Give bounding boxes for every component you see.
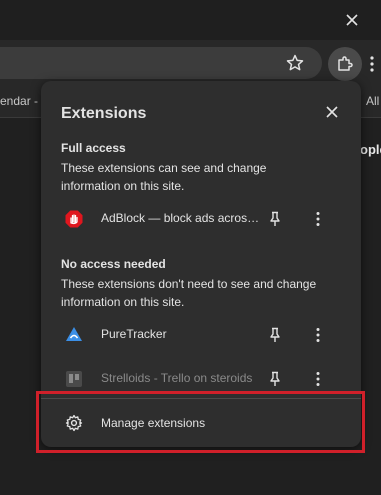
more-vert-icon	[316, 328, 320, 342]
page-text: ople	[360, 142, 381, 157]
more-options-button[interactable]	[309, 370, 327, 388]
more-options-button[interactable]	[309, 210, 327, 228]
address-bar[interactable]	[0, 47, 322, 79]
extension-row-adblock[interactable]: AdBlock — block ads across the web	[41, 201, 361, 237]
extension-name: AdBlock — block ads across the web	[101, 211, 261, 225]
pin-button[interactable]	[266, 370, 284, 388]
pin-button[interactable]	[266, 326, 284, 344]
puretracker-icon	[66, 327, 82, 341]
pin-icon	[270, 371, 280, 386]
more-vert-icon	[316, 372, 320, 386]
no-access-heading: No access needed	[61, 257, 166, 271]
close-icon	[326, 106, 338, 118]
extension-row-puretracker[interactable]: PureTracker	[41, 317, 361, 353]
full-access-heading: Full access	[61, 141, 126, 155]
pin-button[interactable]	[266, 210, 284, 228]
puzzle-icon	[338, 56, 353, 71]
manage-extensions-label: Manage extensions	[101, 416, 206, 430]
bookmark-item[interactable]: endar -	[0, 94, 38, 108]
window-close-icon[interactable]	[343, 11, 361, 29]
adblock-icon	[65, 210, 83, 228]
pin-icon	[270, 327, 280, 342]
pin-icon	[270, 211, 280, 226]
strelloids-icon	[66, 371, 82, 387]
more-options-button[interactable]	[309, 326, 327, 344]
full-access-description: These extensions can see and change info…	[61, 161, 267, 193]
divider	[41, 398, 361, 399]
gear-icon	[65, 414, 83, 432]
manage-extensions-button[interactable]: Manage extensions	[41, 403, 361, 443]
close-button[interactable]	[323, 103, 341, 121]
extension-row-strelloids[interactable]: Strelloids - Trello on steroids	[41, 361, 361, 397]
no-access-description: These extensions don't need to see and c…	[61, 277, 317, 309]
more-vert-icon	[316, 212, 320, 226]
extensions-button[interactable]	[328, 47, 362, 81]
title-bar	[0, 0, 381, 40]
bookmark-star-icon[interactable]	[285, 53, 305, 73]
bookmark-item[interactable]: All	[366, 94, 379, 108]
browser-toolbar	[0, 40, 381, 86]
extensions-popup: Extensions Full access These extensions …	[41, 81, 361, 447]
popup-title: Extensions	[61, 105, 147, 122]
browser-menu-icon[interactable]	[366, 54, 381, 74]
extension-name: Strelloids - Trello on steroids	[101, 371, 253, 385]
extension-name: PureTracker	[101, 327, 167, 341]
